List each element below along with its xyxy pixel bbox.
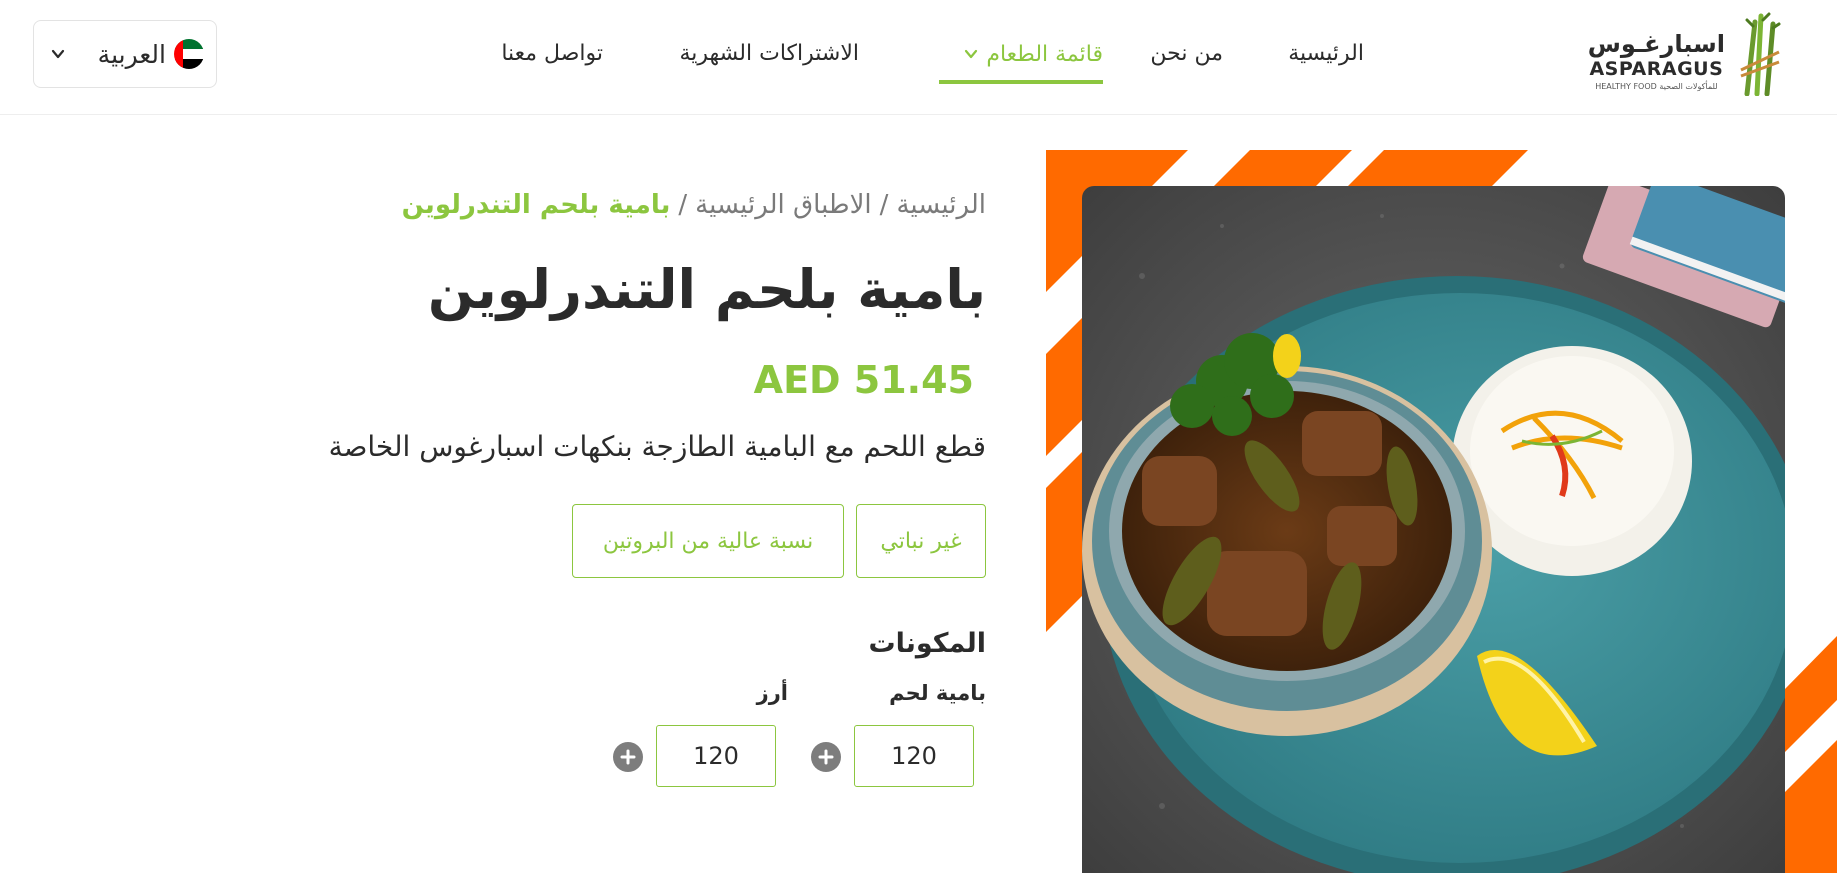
chevron-down-icon	[965, 49, 978, 59]
ingredient-quantity-input[interactable]: 120	[656, 725, 776, 787]
okra-tenderloin-dish-image	[1082, 186, 1785, 873]
breadcrumb-home[interactable]: الرئيسية	[896, 190, 986, 220]
site-header: اسبارغـوس ASPARAGUS للمأكولات الصحية HEA…	[0, 0, 1837, 115]
breadcrumb: الرئيسية/الاطباق الرئيسية/بامية بلحم الت…	[402, 190, 986, 220]
ingredient-quantity-input[interactable]: 120	[854, 725, 974, 787]
increase-quantity-button[interactable]	[613, 742, 643, 772]
ingredient-name: أرز	[756, 681, 788, 705]
nav-menu[interactable]: قائمة الطعام	[964, 38, 1103, 70]
logo-tagline-en: HEALTHY FOOD	[1595, 82, 1657, 91]
nav-subscriptions[interactable]: الاشتراكات الشهرية	[679, 38, 859, 70]
breadcrumb-category[interactable]: الاطباق الرئيسية	[695, 190, 872, 220]
logo-name-ar: اسبارغـوس	[1587, 30, 1725, 58]
tag-high-protein: نسبة عالية من البروتين	[572, 504, 844, 578]
nav-about[interactable]: من نحن	[1150, 38, 1223, 70]
ingredient-name: بامية لحم	[889, 681, 986, 705]
breadcrumb-separator: /	[678, 190, 688, 220]
product-title: بامية بلحم التندرلوين	[427, 258, 986, 321]
logo-text: اسبارغـوس ASPARAGUS للمأكولات الصحية HEA…	[1588, 30, 1725, 91]
uae-flag-icon	[174, 39, 204, 69]
plus-icon	[818, 749, 834, 765]
site-logo[interactable]: اسبارغـوس ASPARAGUS للمأكولات الصحية HEA…	[1588, 12, 1785, 96]
increase-quantity-button[interactable]	[811, 742, 841, 772]
ingredients-title: المكونات	[868, 628, 986, 659]
nav-contact[interactable]: تواصل معنا	[501, 38, 603, 70]
breadcrumb-separator: /	[879, 190, 889, 220]
dish-photo	[1082, 186, 1785, 873]
product-price: AED 51.45	[753, 358, 974, 402]
product-description: قطع اللحم مع البامية الطازجة بنكهات اسبا…	[328, 430, 986, 463]
logo-name-en: ASPARAGUS	[1589, 58, 1724, 80]
logo-tagline-ar: للمأكولات الصحية	[1659, 82, 1718, 91]
language-selector[interactable]: العربية	[33, 20, 217, 88]
nav-active-underline	[939, 80, 1103, 84]
asparagus-logo-icon	[1740, 12, 1781, 96]
chevron-down-icon	[51, 49, 65, 59]
nav-home[interactable]: الرئيسية	[1288, 38, 1364, 70]
language-label: العربية	[97, 39, 166, 69]
logo-tagline: للمأكولات الصحية HEALTHY FOOD	[1588, 82, 1725, 91]
product-tags: غير نباتي نسبة عالية من البروتين	[572, 504, 986, 578]
tag-non-vegetarian: غير نباتي	[856, 504, 986, 578]
plus-icon	[620, 749, 636, 765]
nav-menu-label: قائمة الطعام	[986, 41, 1103, 67]
breadcrumb-current: بامية بلحم التندرلوين	[401, 190, 671, 220]
